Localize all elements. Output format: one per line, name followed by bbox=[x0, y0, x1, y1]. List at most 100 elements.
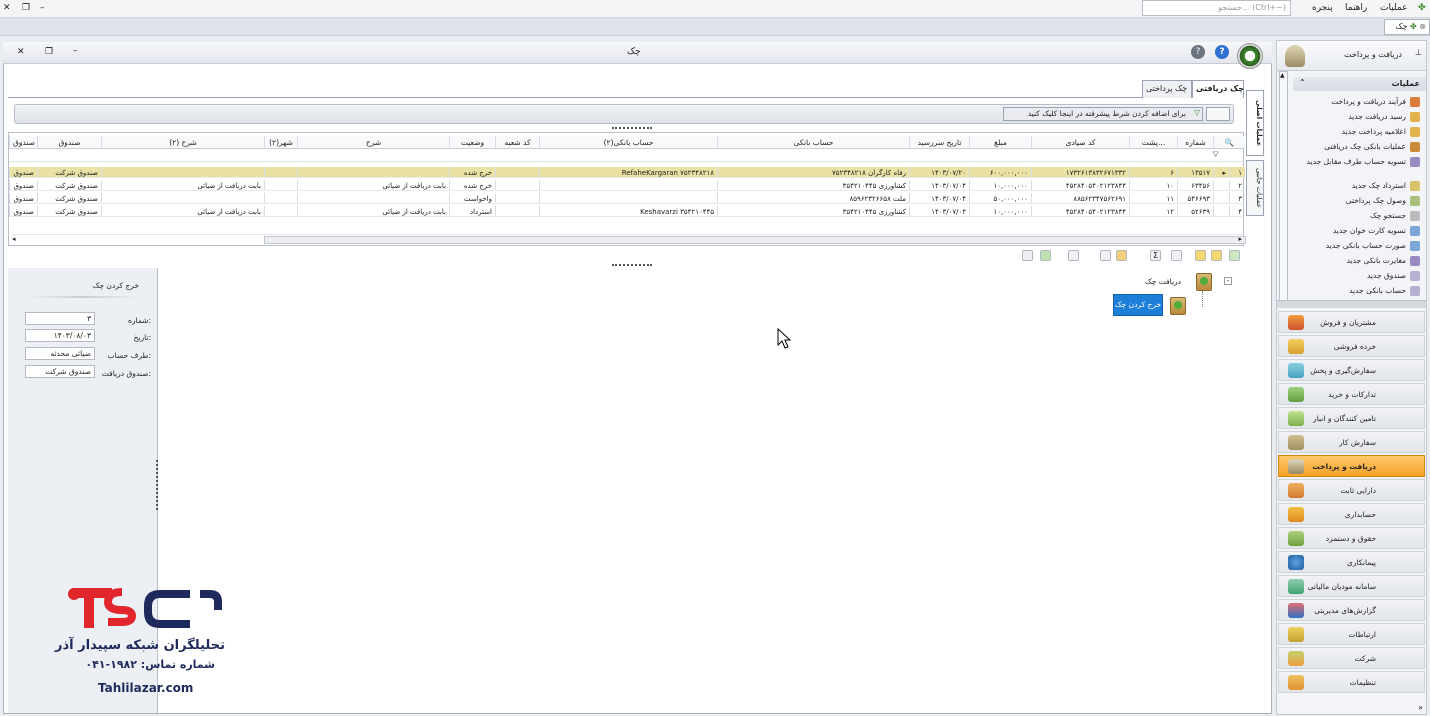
op-item[interactable]: مغایرت بانکی جدید bbox=[1347, 256, 1406, 265]
menu-item-window[interactable]: پنجره bbox=[1312, 3, 1333, 13]
refresh-icon[interactable] bbox=[1229, 250, 1240, 261]
column-header[interactable]: کد شعبه bbox=[495, 136, 539, 148]
grid-filter-row[interactable]: ⛛ bbox=[9, 150, 1245, 162]
clear-filter-icon[interactable] bbox=[1195, 250, 1206, 261]
column-header[interactable]: حساب بانکی(۲) bbox=[539, 136, 717, 148]
window-restore-icon[interactable]: ❐ bbox=[45, 47, 53, 57]
excel-icon[interactable] bbox=[1040, 250, 1051, 261]
operations-header[interactable]: عملیات ⌃ bbox=[1293, 77, 1426, 91]
op-item[interactable]: وصول چک پرداختی bbox=[1346, 196, 1406, 205]
nav-category[interactable]: سفارش کار bbox=[1278, 431, 1425, 453]
sidetab-main-operations[interactable]: عملیات اصلی bbox=[1246, 90, 1264, 156]
nav-category[interactable]: شرکت bbox=[1278, 647, 1425, 669]
restore-icon[interactable]: ❐ bbox=[22, 3, 30, 13]
column-header[interactable]: شرح (۲) bbox=[101, 136, 264, 148]
op-item[interactable]: جستجو چک bbox=[1370, 211, 1406, 220]
nav-category-active[interactable]: دریافت و پرداخت bbox=[1278, 455, 1425, 477]
tab-paid-checks[interactable]: چک پرداختی bbox=[1142, 80, 1192, 98]
add-filter-button[interactable]: برای اضافه کردن شرط پیشرفته در اینجا کلی… bbox=[1003, 107, 1203, 121]
scrollbar-thumb[interactable] bbox=[264, 236, 1246, 244]
minimize-icon[interactable]: – bbox=[40, 3, 45, 13]
nav-category[interactable]: سامانه مودیان مالیاتی bbox=[1278, 575, 1425, 597]
column-header[interactable]: صندوق bbox=[37, 136, 101, 148]
info-icon[interactable]: ? bbox=[1215, 45, 1229, 59]
tab-received-checks[interactable]: چک دریافتی bbox=[1192, 80, 1244, 98]
document-tab-check[interactable]: چک ✤ ⊗ bbox=[1384, 19, 1430, 35]
op-item[interactable]: صندوق جدید bbox=[1367, 271, 1406, 280]
splitter-handle[interactable] bbox=[612, 127, 652, 130]
op-item[interactable]: فرآیند دریافت و پرداخت bbox=[1331, 97, 1406, 106]
column-header[interactable]: مبلغ bbox=[969, 136, 1031, 148]
date-field[interactable]: ۱۴۰۳/۰۸/۰۳ bbox=[25, 329, 95, 342]
sidetab-side-operations[interactable]: عملیات جانبی bbox=[1246, 160, 1264, 216]
print-icon[interactable] bbox=[1068, 250, 1079, 261]
nav-category[interactable]: مشتریان و فروش bbox=[1278, 311, 1425, 333]
nav-splitter[interactable] bbox=[1277, 300, 1426, 308]
column-header[interactable]: شهر(۲) bbox=[264, 136, 297, 148]
search-input[interactable]: جستجو... (Ctrl+~) bbox=[1142, 0, 1291, 16]
group-icon[interactable] bbox=[1116, 250, 1127, 261]
op-item[interactable]: صورت حساب بانکی جدید bbox=[1326, 241, 1406, 250]
collapse-icon[interactable]: - bbox=[1224, 277, 1232, 285]
close-icon[interactable]: ✕ bbox=[3, 3, 11, 13]
column-header[interactable]: شماره bbox=[1177, 136, 1213, 148]
filter-clear-button[interactable] bbox=[1206, 107, 1230, 121]
nav-category[interactable]: تنظیمات bbox=[1278, 671, 1425, 693]
vertical-splitter[interactable] bbox=[156, 460, 159, 510]
close-tab-icon[interactable]: ⊗ bbox=[1419, 22, 1426, 31]
nav-category[interactable]: ارتباطات bbox=[1278, 623, 1425, 645]
column-header[interactable]: تاریخ سررسید bbox=[909, 136, 969, 148]
table-row[interactable]: ۲ ۶۳۴۵۶ ۱۰ ۴۵۲۸۴۰۵۴۰۲۱۲۳۸۴۴ ۱۰,۰۰۰,۰۰۰ ۱… bbox=[9, 180, 1245, 191]
column-header[interactable]: شرح bbox=[297, 136, 449, 148]
op-item[interactable]: عملیات بانکی چک دریافتی bbox=[1324, 142, 1406, 151]
column-header[interactable]: صندوق bbox=[9, 136, 37, 148]
op-item[interactable]: استرداد چک جدید bbox=[1352, 181, 1406, 190]
nav-category[interactable]: حسابداری bbox=[1278, 503, 1425, 525]
sum-icon[interactable]: Σ bbox=[1150, 250, 1161, 261]
horizontal-scrollbar[interactable]: ◂ ▸ bbox=[12, 234, 1246, 244]
ops-scrollbar[interactable]: ▲ bbox=[1279, 71, 1288, 301]
op-item[interactable]: اعلامیه پرداخت جدید bbox=[1342, 127, 1406, 136]
pin-icon[interactable]: ⊥ bbox=[1415, 48, 1422, 57]
column-header[interactable]: حساب بانکی bbox=[717, 136, 909, 148]
search-column-icon[interactable]: 🔍 bbox=[1213, 136, 1245, 148]
window-minimize-icon[interactable]: – bbox=[73, 46, 78, 56]
party-field[interactable]: ضیائی محدثه bbox=[25, 347, 95, 360]
column-header[interactable]: وضعیت bbox=[449, 136, 495, 148]
window-close-icon[interactable]: ✕ bbox=[17, 47, 25, 57]
tree-node-selected[interactable]: خرج کردن چک bbox=[1113, 294, 1163, 316]
table-row[interactable]: ۱ ▸ ۱۳۵۱۷ ۶ ۱۷۳۲۶۱۳۸۳۲۶۷۱۳۳۲ ۶۰۰,۰۰۰,۰۰۰… bbox=[9, 167, 1245, 178]
table-row[interactable]: ۳ ۵۴۶۶۹۳ ۱۱ ۸۸۵۶۲۳۴۷۵۶۲۶۹۱ ۵۰,۰۰۰,۰۰۰ ۱۴… bbox=[9, 193, 1245, 204]
scroll-up-icon[interactable]: ▲ bbox=[1280, 72, 1285, 79]
nav-category[interactable]: حقوق و دستمزد bbox=[1278, 527, 1425, 549]
tree-node-root[interactable]: دریافت چک bbox=[1145, 277, 1181, 286]
op-item[interactable]: حساب بانکی جدید bbox=[1349, 286, 1406, 295]
layout-icon[interactable] bbox=[1100, 250, 1111, 261]
op-item[interactable]: تسویه کارت خوان جدید bbox=[1333, 226, 1406, 235]
scroll-left-icon[interactable]: ◂ bbox=[12, 235, 16, 243]
help-icon[interactable]: ? bbox=[1191, 45, 1205, 59]
menu-item-help[interactable]: راهنما bbox=[1345, 3, 1367, 13]
nav-category[interactable]: خرده فروشی bbox=[1278, 335, 1425, 357]
export-icon[interactable] bbox=[1022, 250, 1033, 261]
nav-category[interactable]: سفارش‌گیری و پخش bbox=[1278, 359, 1425, 381]
collapse-up-icon[interactable]: ⌃ bbox=[1299, 78, 1306, 87]
scroll-right-icon[interactable]: ▸ bbox=[1238, 235, 1242, 243]
op-item[interactable]: تسویه حساب طرف مقابل جدید bbox=[1307, 157, 1406, 167]
nav-category[interactable]: پیمانکاری bbox=[1278, 551, 1425, 573]
op-item[interactable]: رسید دریافت جدید bbox=[1348, 112, 1406, 121]
number-field[interactable]: ۳ bbox=[25, 312, 95, 325]
columns-icon[interactable] bbox=[1171, 250, 1182, 261]
splitter-handle[interactable] bbox=[612, 264, 652, 267]
column-header[interactable]: کد صیادی bbox=[1031, 136, 1129, 148]
table-row[interactable]: ۴ ۵۲۶۳۹ ۱۲ ۴۵۲۸۴۰۵۴۰۲۱۲۳۸۴۴ ۱۰,۰۰۰,۰۰۰ ۱… bbox=[9, 206, 1245, 217]
column-header[interactable]: پشت... bbox=[1129, 136, 1177, 148]
nav-category[interactable]: تامین کنندگان و انبار bbox=[1278, 407, 1425, 429]
menu-item-operations[interactable]: عملیات bbox=[1380, 3, 1407, 13]
nav-category[interactable]: تدارکات و خرید bbox=[1278, 383, 1425, 405]
expand-more-icon[interactable]: » bbox=[1418, 703, 1423, 712]
filter-icon[interactable] bbox=[1211, 250, 1222, 261]
nav-category[interactable]: دارایی ثابت bbox=[1278, 479, 1425, 501]
cashbox-field[interactable]: صندوق شرکت bbox=[25, 365, 95, 378]
nav-category[interactable]: گزارش‌های مدیریتی bbox=[1278, 599, 1425, 621]
